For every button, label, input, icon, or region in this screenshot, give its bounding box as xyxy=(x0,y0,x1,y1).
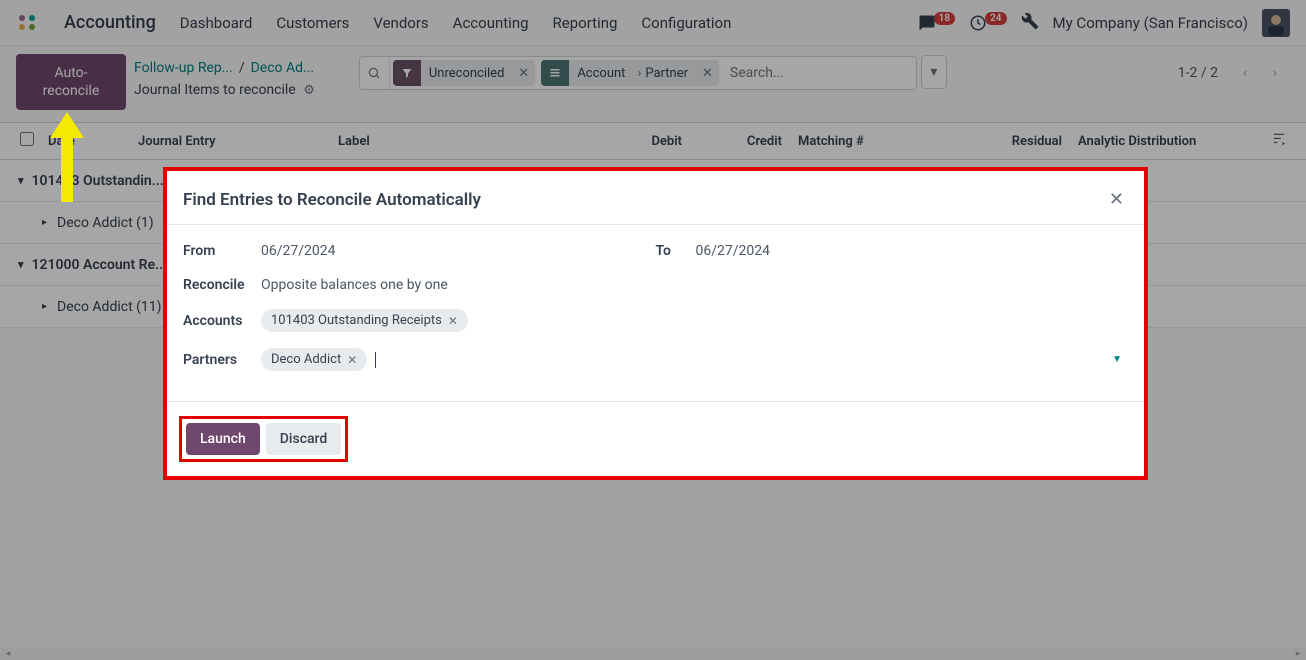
footer-highlight: Launch Discard xyxy=(179,416,348,462)
modal-header: Find Entries to Reconcile Automatically … xyxy=(167,171,1144,225)
close-icon[interactable]: ✕ xyxy=(1109,189,1124,210)
partners-tag: Deco Addict ✕ xyxy=(261,348,367,371)
modal-title: Find Entries to Reconcile Automatically xyxy=(183,190,481,210)
from-label: From xyxy=(183,243,261,259)
modal-footer: Launch Discard xyxy=(167,401,1144,476)
modal-body: From 06/27/2024 To 06/27/2024 Reconcile … xyxy=(167,225,1144,401)
to-value[interactable]: 06/27/2024 xyxy=(696,243,771,259)
partners-dropdown-caret-icon[interactable]: ▼ xyxy=(1112,354,1122,365)
accounts-tag: 101403 Outstanding Receipts ✕ xyxy=(261,309,468,332)
from-value[interactable]: 06/27/2024 xyxy=(261,243,336,259)
reconcile-value[interactable]: Opposite balances one by one xyxy=(261,277,448,293)
reconcile-modal: Find Entries to Reconcile Automatically … xyxy=(163,167,1148,480)
partners-tag-text: Deco Addict xyxy=(271,352,341,367)
partners-input-cursor[interactable] xyxy=(375,352,376,368)
partners-label: Partners xyxy=(183,352,261,368)
to-label: To xyxy=(656,243,696,259)
reconcile-label: Reconcile xyxy=(183,277,261,293)
accounts-tag-text: 101403 Outstanding Receipts xyxy=(271,313,442,328)
partners-tag-remove[interactable]: ✕ xyxy=(347,353,357,367)
discard-button[interactable]: Discard xyxy=(266,423,341,455)
accounts-tag-remove[interactable]: ✕ xyxy=(448,314,458,328)
accounts-label: Accounts xyxy=(183,313,261,329)
launch-button[interactable]: Launch xyxy=(186,423,260,455)
